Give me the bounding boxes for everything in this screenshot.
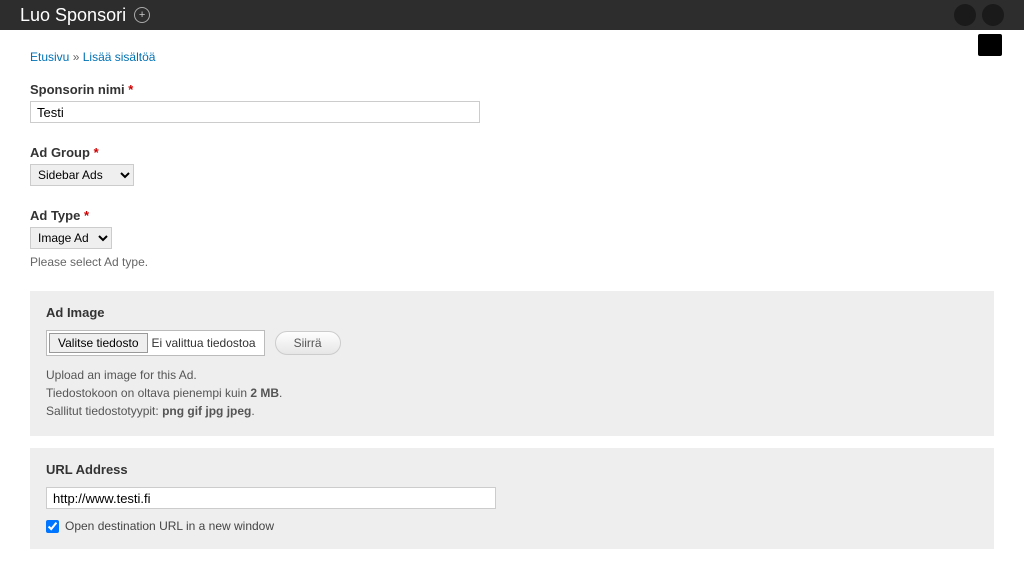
page-title: Luo Sponsori [20,5,126,26]
ad-type-label-text: Ad Type [30,208,80,223]
new-window-label: Open destination URL in a new window [65,519,274,533]
ad-type-group: Ad Type * Image Ad Please select Ad type… [30,208,994,269]
help3a: Sallitut tiedostotyypit: [46,404,162,418]
help2c: . [279,386,282,400]
upload-help-line2: Tiedostokoon on oltava pienempi kuin 2 M… [46,384,978,402]
required-icon: * [128,82,133,97]
ad-type-select[interactable]: Image Ad [30,227,112,249]
ad-group-label-text: Ad Group [30,145,90,160]
sponsor-name-group: Sponsorin nimi * [30,82,994,123]
breadcrumb: Etusivu » Lisää sisältöä [30,50,994,64]
help2a: Tiedostokoon on oltava pienempi kuin [46,386,250,400]
breadcrumb-current[interactable]: Lisää sisältöä [83,50,156,64]
help3c: . [251,404,254,418]
admin-header: Luo Sponsori + [0,0,1024,30]
help2b: 2 MB [250,386,279,400]
help3b: png gif jpg jpeg [162,404,251,418]
ad-group-group: Ad Group * Sidebar Ads [30,145,994,186]
ad-image-fieldset: Ad Image Valitse tiedosto Ei valittua ti… [30,291,994,436]
ad-group-select[interactable]: Sidebar Ads [30,164,134,186]
new-window-row: Open destination URL in a new window [46,519,978,533]
file-status-text: Ei valittua tiedostoa [150,336,264,350]
ad-type-label: Ad Type * [30,208,994,223]
file-input[interactable]: Valitse tiedosto Ei valittua tiedostoa [46,330,265,356]
ad-group-label: Ad Group * [30,145,994,160]
upload-help-line3: Sallitut tiedostotyypit: png gif jpg jpe… [46,402,978,420]
ad-image-legend: Ad Image [46,305,978,320]
page-title-wrap: Luo Sponsori + [20,5,150,26]
choose-file-button[interactable]: Valitse tiedosto [49,333,148,353]
required-icon: * [84,208,89,223]
sponsor-name-label-text: Sponsorin nimi [30,82,125,97]
file-row: Valitse tiedosto Ei valittua tiedostoa S… [46,330,978,356]
sponsor-name-label: Sponsorin nimi * [30,82,994,97]
breadcrumb-sep: » [73,50,80,64]
ad-type-help: Please select Ad type. [30,255,994,269]
breadcrumb-home[interactable]: Etusivu [30,50,69,64]
header-actions [954,4,1004,26]
upload-help-line1: Upload an image for this Ad. [46,366,978,384]
social-icon-2[interactable] [982,4,1004,26]
search-icon[interactable] [978,34,1002,56]
required-icon: * [94,145,99,160]
upload-help: Upload an image for this Ad. Tiedostokoo… [46,366,978,420]
content-area: Etusivu » Lisää sisältöä Sponsorin nimi … [0,30,1024,581]
social-icon-1[interactable] [954,4,976,26]
url-address-input[interactable] [46,487,496,509]
url-address-legend: URL Address [46,462,978,477]
url-address-fieldset: URL Address Open destination URL in a ne… [30,448,994,549]
sponsor-name-input[interactable] [30,101,480,123]
add-icon[interactable]: + [134,7,150,23]
upload-button[interactable]: Siirrä [275,331,341,355]
new-window-checkbox[interactable] [46,520,59,533]
